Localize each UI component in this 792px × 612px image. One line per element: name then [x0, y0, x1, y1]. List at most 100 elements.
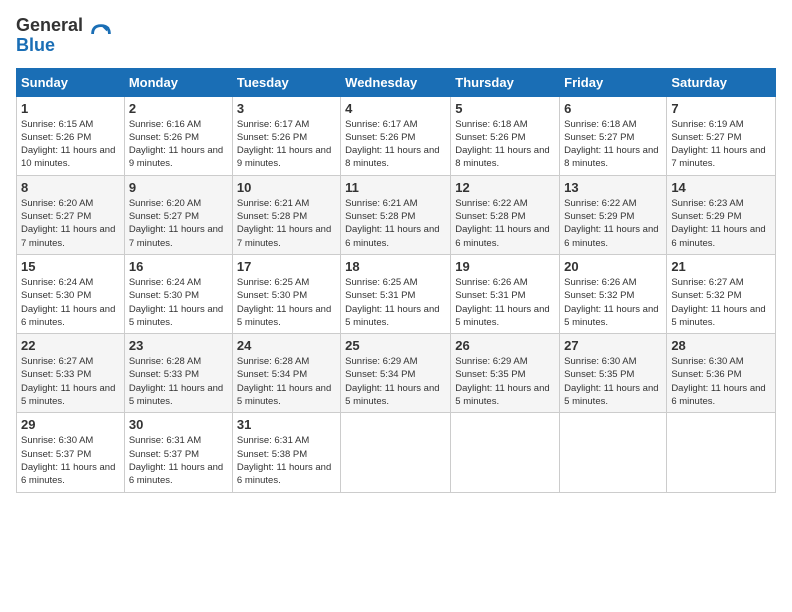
day-info: Sunrise: 6:30 AM Sunset: 5:35 PM Dayligh… [564, 355, 662, 408]
day-number: 19 [455, 259, 555, 274]
day-number: 23 [129, 338, 228, 353]
day-info: Sunrise: 6:28 AM Sunset: 5:33 PM Dayligh… [129, 355, 228, 408]
day-info: Sunrise: 6:26 AM Sunset: 5:31 PM Dayligh… [455, 276, 555, 329]
calendar-cell: 27 Sunrise: 6:30 AM Sunset: 5:35 PM Dayl… [560, 334, 667, 413]
day-number: 18 [345, 259, 446, 274]
calendar-cell [667, 413, 776, 492]
day-header-tuesday: Tuesday [232, 68, 340, 96]
day-info: Sunrise: 6:31 AM Sunset: 5:37 PM Dayligh… [129, 434, 228, 487]
day-number: 2 [129, 101, 228, 116]
day-number: 31 [237, 417, 336, 432]
calendar-cell: 23 Sunrise: 6:28 AM Sunset: 5:33 PM Dayl… [124, 334, 232, 413]
day-info: Sunrise: 6:15 AM Sunset: 5:26 PM Dayligh… [21, 118, 120, 171]
calendar-cell: 5 Sunrise: 6:18 AM Sunset: 5:26 PM Dayli… [451, 96, 560, 175]
calendar-cell: 11 Sunrise: 6:21 AM Sunset: 5:28 PM Dayl… [341, 175, 451, 254]
calendar-cell: 15 Sunrise: 6:24 AM Sunset: 5:30 PM Dayl… [17, 254, 125, 333]
day-info: Sunrise: 6:22 AM Sunset: 5:29 PM Dayligh… [564, 197, 662, 250]
day-number: 27 [564, 338, 662, 353]
calendar-cell: 1 Sunrise: 6:15 AM Sunset: 5:26 PM Dayli… [17, 96, 125, 175]
logo: General Blue [16, 16, 115, 56]
day-info: Sunrise: 6:24 AM Sunset: 5:30 PM Dayligh… [21, 276, 120, 329]
day-info: Sunrise: 6:21 AM Sunset: 5:28 PM Dayligh… [345, 197, 446, 250]
day-number: 30 [129, 417, 228, 432]
day-info: Sunrise: 6:23 AM Sunset: 5:29 PM Dayligh… [671, 197, 771, 250]
day-info: Sunrise: 6:31 AM Sunset: 5:38 PM Dayligh… [237, 434, 336, 487]
logo-blue: Blue [16, 36, 83, 56]
day-number: 24 [237, 338, 336, 353]
calendar-cell: 24 Sunrise: 6:28 AM Sunset: 5:34 PM Dayl… [232, 334, 340, 413]
calendar-cell: 25 Sunrise: 6:29 AM Sunset: 5:34 PM Dayl… [341, 334, 451, 413]
day-number: 12 [455, 180, 555, 195]
calendar-cell: 21 Sunrise: 6:27 AM Sunset: 5:32 PM Dayl… [667, 254, 776, 333]
day-number: 3 [237, 101, 336, 116]
day-info: Sunrise: 6:17 AM Sunset: 5:26 PM Dayligh… [237, 118, 336, 171]
day-info: Sunrise: 6:29 AM Sunset: 5:34 PM Dayligh… [345, 355, 446, 408]
day-info: Sunrise: 6:18 AM Sunset: 5:26 PM Dayligh… [455, 118, 555, 171]
page-header: General Blue [16, 16, 776, 56]
day-info: Sunrise: 6:25 AM Sunset: 5:30 PM Dayligh… [237, 276, 336, 329]
calendar-cell: 22 Sunrise: 6:27 AM Sunset: 5:33 PM Dayl… [17, 334, 125, 413]
calendar-cell: 29 Sunrise: 6:30 AM Sunset: 5:37 PM Dayl… [17, 413, 125, 492]
day-number: 21 [671, 259, 771, 274]
calendar-cell: 31 Sunrise: 6:31 AM Sunset: 5:38 PM Dayl… [232, 413, 340, 492]
calendar-cell: 30 Sunrise: 6:31 AM Sunset: 5:37 PM Dayl… [124, 413, 232, 492]
week-row-1: 1 Sunrise: 6:15 AM Sunset: 5:26 PM Dayli… [17, 96, 776, 175]
day-number: 6 [564, 101, 662, 116]
week-row-3: 15 Sunrise: 6:24 AM Sunset: 5:30 PM Dayl… [17, 254, 776, 333]
day-number: 5 [455, 101, 555, 116]
calendar-cell: 20 Sunrise: 6:26 AM Sunset: 5:32 PM Dayl… [560, 254, 667, 333]
day-number: 1 [21, 101, 120, 116]
day-info: Sunrise: 6:30 AM Sunset: 5:37 PM Dayligh… [21, 434, 120, 487]
day-info: Sunrise: 6:17 AM Sunset: 5:26 PM Dayligh… [345, 118, 446, 171]
week-row-5: 29 Sunrise: 6:30 AM Sunset: 5:37 PM Dayl… [17, 413, 776, 492]
calendar-cell: 18 Sunrise: 6:25 AM Sunset: 5:31 PM Dayl… [341, 254, 451, 333]
logo-icon [87, 20, 115, 48]
calendar-cell: 10 Sunrise: 6:21 AM Sunset: 5:28 PM Dayl… [232, 175, 340, 254]
calendar-table: SundayMondayTuesdayWednesdayThursdayFrid… [16, 68, 776, 493]
day-info: Sunrise: 6:27 AM Sunset: 5:32 PM Dayligh… [671, 276, 771, 329]
day-number: 8 [21, 180, 120, 195]
calendar-header-row: SundayMondayTuesdayWednesdayThursdayFrid… [17, 68, 776, 96]
day-number: 7 [671, 101, 771, 116]
day-number: 29 [21, 417, 120, 432]
day-header-saturday: Saturday [667, 68, 776, 96]
day-number: 17 [237, 259, 336, 274]
day-info: Sunrise: 6:22 AM Sunset: 5:28 PM Dayligh… [455, 197, 555, 250]
day-info: Sunrise: 6:20 AM Sunset: 5:27 PM Dayligh… [129, 197, 228, 250]
calendar-cell: 19 Sunrise: 6:26 AM Sunset: 5:31 PM Dayl… [451, 254, 560, 333]
calendar-cell: 9 Sunrise: 6:20 AM Sunset: 5:27 PM Dayli… [124, 175, 232, 254]
day-info: Sunrise: 6:24 AM Sunset: 5:30 PM Dayligh… [129, 276, 228, 329]
day-number: 16 [129, 259, 228, 274]
calendar-cell: 4 Sunrise: 6:17 AM Sunset: 5:26 PM Dayli… [341, 96, 451, 175]
day-info: Sunrise: 6:27 AM Sunset: 5:33 PM Dayligh… [21, 355, 120, 408]
day-number: 13 [564, 180, 662, 195]
day-info: Sunrise: 6:28 AM Sunset: 5:34 PM Dayligh… [237, 355, 336, 408]
day-header-thursday: Thursday [451, 68, 560, 96]
day-number: 15 [21, 259, 120, 274]
week-row-2: 8 Sunrise: 6:20 AM Sunset: 5:27 PM Dayli… [17, 175, 776, 254]
day-info: Sunrise: 6:29 AM Sunset: 5:35 PM Dayligh… [455, 355, 555, 408]
day-header-monday: Monday [124, 68, 232, 96]
day-number: 9 [129, 180, 228, 195]
day-info: Sunrise: 6:16 AM Sunset: 5:26 PM Dayligh… [129, 118, 228, 171]
day-number: 26 [455, 338, 555, 353]
day-number: 22 [21, 338, 120, 353]
day-info: Sunrise: 6:21 AM Sunset: 5:28 PM Dayligh… [237, 197, 336, 250]
day-info: Sunrise: 6:26 AM Sunset: 5:32 PM Dayligh… [564, 276, 662, 329]
calendar-cell: 3 Sunrise: 6:17 AM Sunset: 5:26 PM Dayli… [232, 96, 340, 175]
day-number: 25 [345, 338, 446, 353]
calendar-cell: 16 Sunrise: 6:24 AM Sunset: 5:30 PM Dayl… [124, 254, 232, 333]
calendar-cell: 14 Sunrise: 6:23 AM Sunset: 5:29 PM Dayl… [667, 175, 776, 254]
day-info: Sunrise: 6:20 AM Sunset: 5:27 PM Dayligh… [21, 197, 120, 250]
day-number: 14 [671, 180, 771, 195]
day-info: Sunrise: 6:18 AM Sunset: 5:27 PM Dayligh… [564, 118, 662, 171]
day-info: Sunrise: 6:30 AM Sunset: 5:36 PM Dayligh… [671, 355, 771, 408]
calendar-cell [451, 413, 560, 492]
day-header-wednesday: Wednesday [341, 68, 451, 96]
logo-general: General [16, 16, 83, 36]
calendar-cell: 6 Sunrise: 6:18 AM Sunset: 5:27 PM Dayli… [560, 96, 667, 175]
day-info: Sunrise: 6:19 AM Sunset: 5:27 PM Dayligh… [671, 118, 771, 171]
day-number: 10 [237, 180, 336, 195]
day-number: 28 [671, 338, 771, 353]
day-number: 11 [345, 180, 446, 195]
